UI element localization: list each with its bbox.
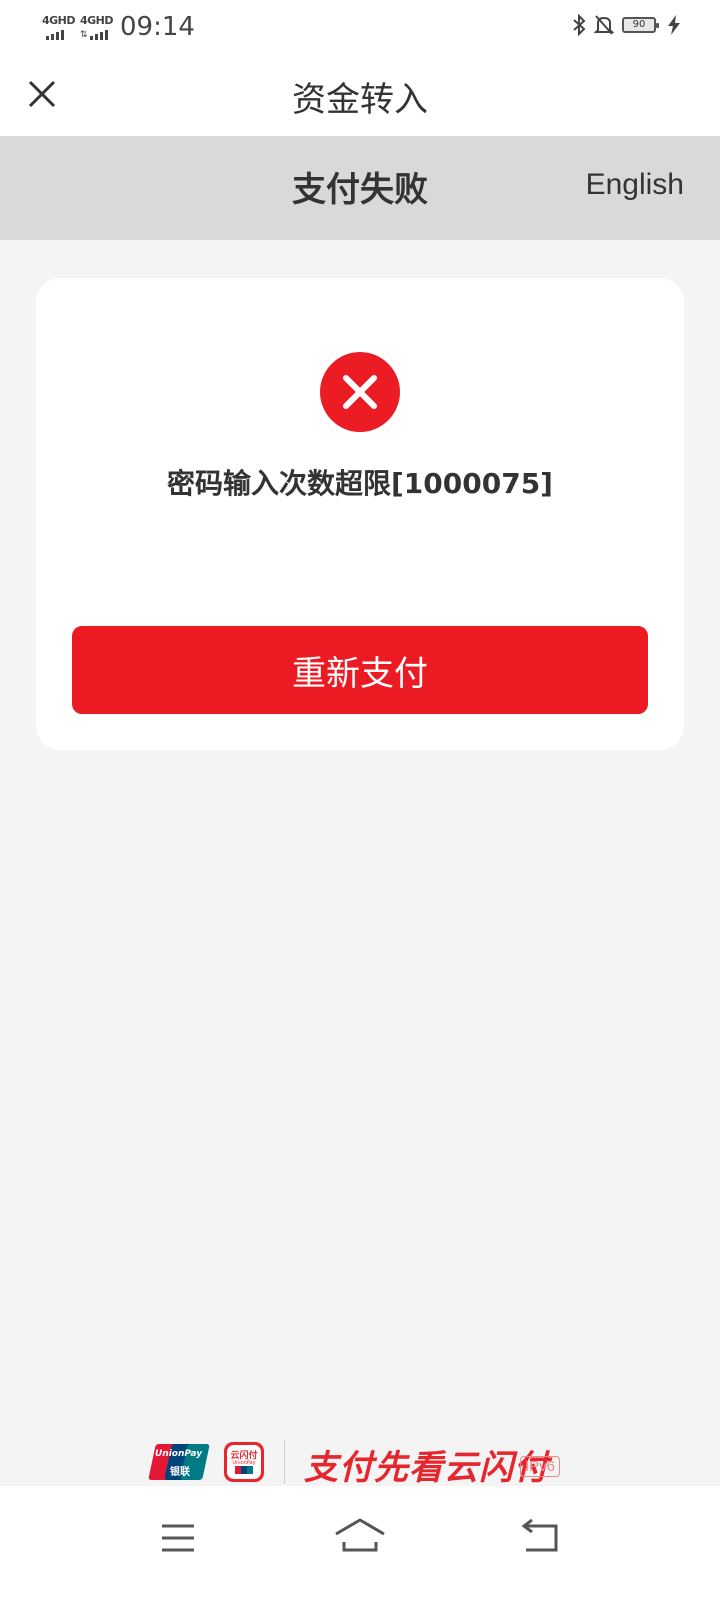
brand-slogan: 支付先看云闪付 (304, 1448, 549, 1488)
status-icons: 90 (572, 14, 680, 36)
bell-off-icon (594, 15, 614, 35)
result-card: 密码输入次数超限[1000075] 重新支付 (36, 278, 684, 750)
bluetooth-icon (573, 14, 586, 36)
status-bar: 4GHD 4GHD ⇅ 09:14 90 (0, 0, 720, 56)
home-button[interactable] (330, 1512, 390, 1562)
signal-icon-sim1: 4GHD (42, 14, 78, 42)
home-icon (335, 1518, 385, 1552)
back-button[interactable] (512, 1512, 572, 1562)
menu-icon (162, 1524, 194, 1552)
ipv6-badge: IPv6 (520, 1456, 561, 1477)
error-message: 密码输入次数超限[1000075] (167, 467, 553, 500)
system-nav-bar (0, 1486, 720, 1600)
status-time: 09:14 (120, 12, 195, 42)
charging-icon (668, 15, 680, 35)
back-icon (521, 1518, 558, 1552)
app-nav-bar: 资金转入 (0, 56, 720, 136)
error-icon (320, 352, 400, 432)
network-type-label: 4GHD (42, 14, 76, 27)
yunshanfu-app-icon: 云闪付 UnionPay (224, 1442, 264, 1482)
signal-icon-sim2: 4GHD ⇅ (80, 14, 114, 40)
page-title: 资金转入 (292, 80, 428, 120)
retry-payment-button[interactable]: 重新支付 (72, 626, 648, 714)
footer-divider (284, 1440, 285, 1484)
unionpay-logo: UnionPay 银联 (148, 1444, 210, 1480)
network-type-label: 4GHD (80, 14, 114, 27)
menu-button[interactable] (148, 1512, 208, 1562)
unionpay-logo-text: UnionPay (155, 1449, 203, 1459)
battery-icon: 90 (622, 17, 659, 33)
footer-brand: UnionPay 银联 云闪付 UnionPay 支付先看云闪付 IPv6 (148, 1440, 590, 1488)
unionpay-logo-cn: 银联 (170, 1467, 190, 1478)
language-switch-link[interactable]: English (586, 168, 684, 202)
result-header: 支付失败 English (0, 136, 720, 240)
battery-level: 90 (632, 19, 646, 30)
